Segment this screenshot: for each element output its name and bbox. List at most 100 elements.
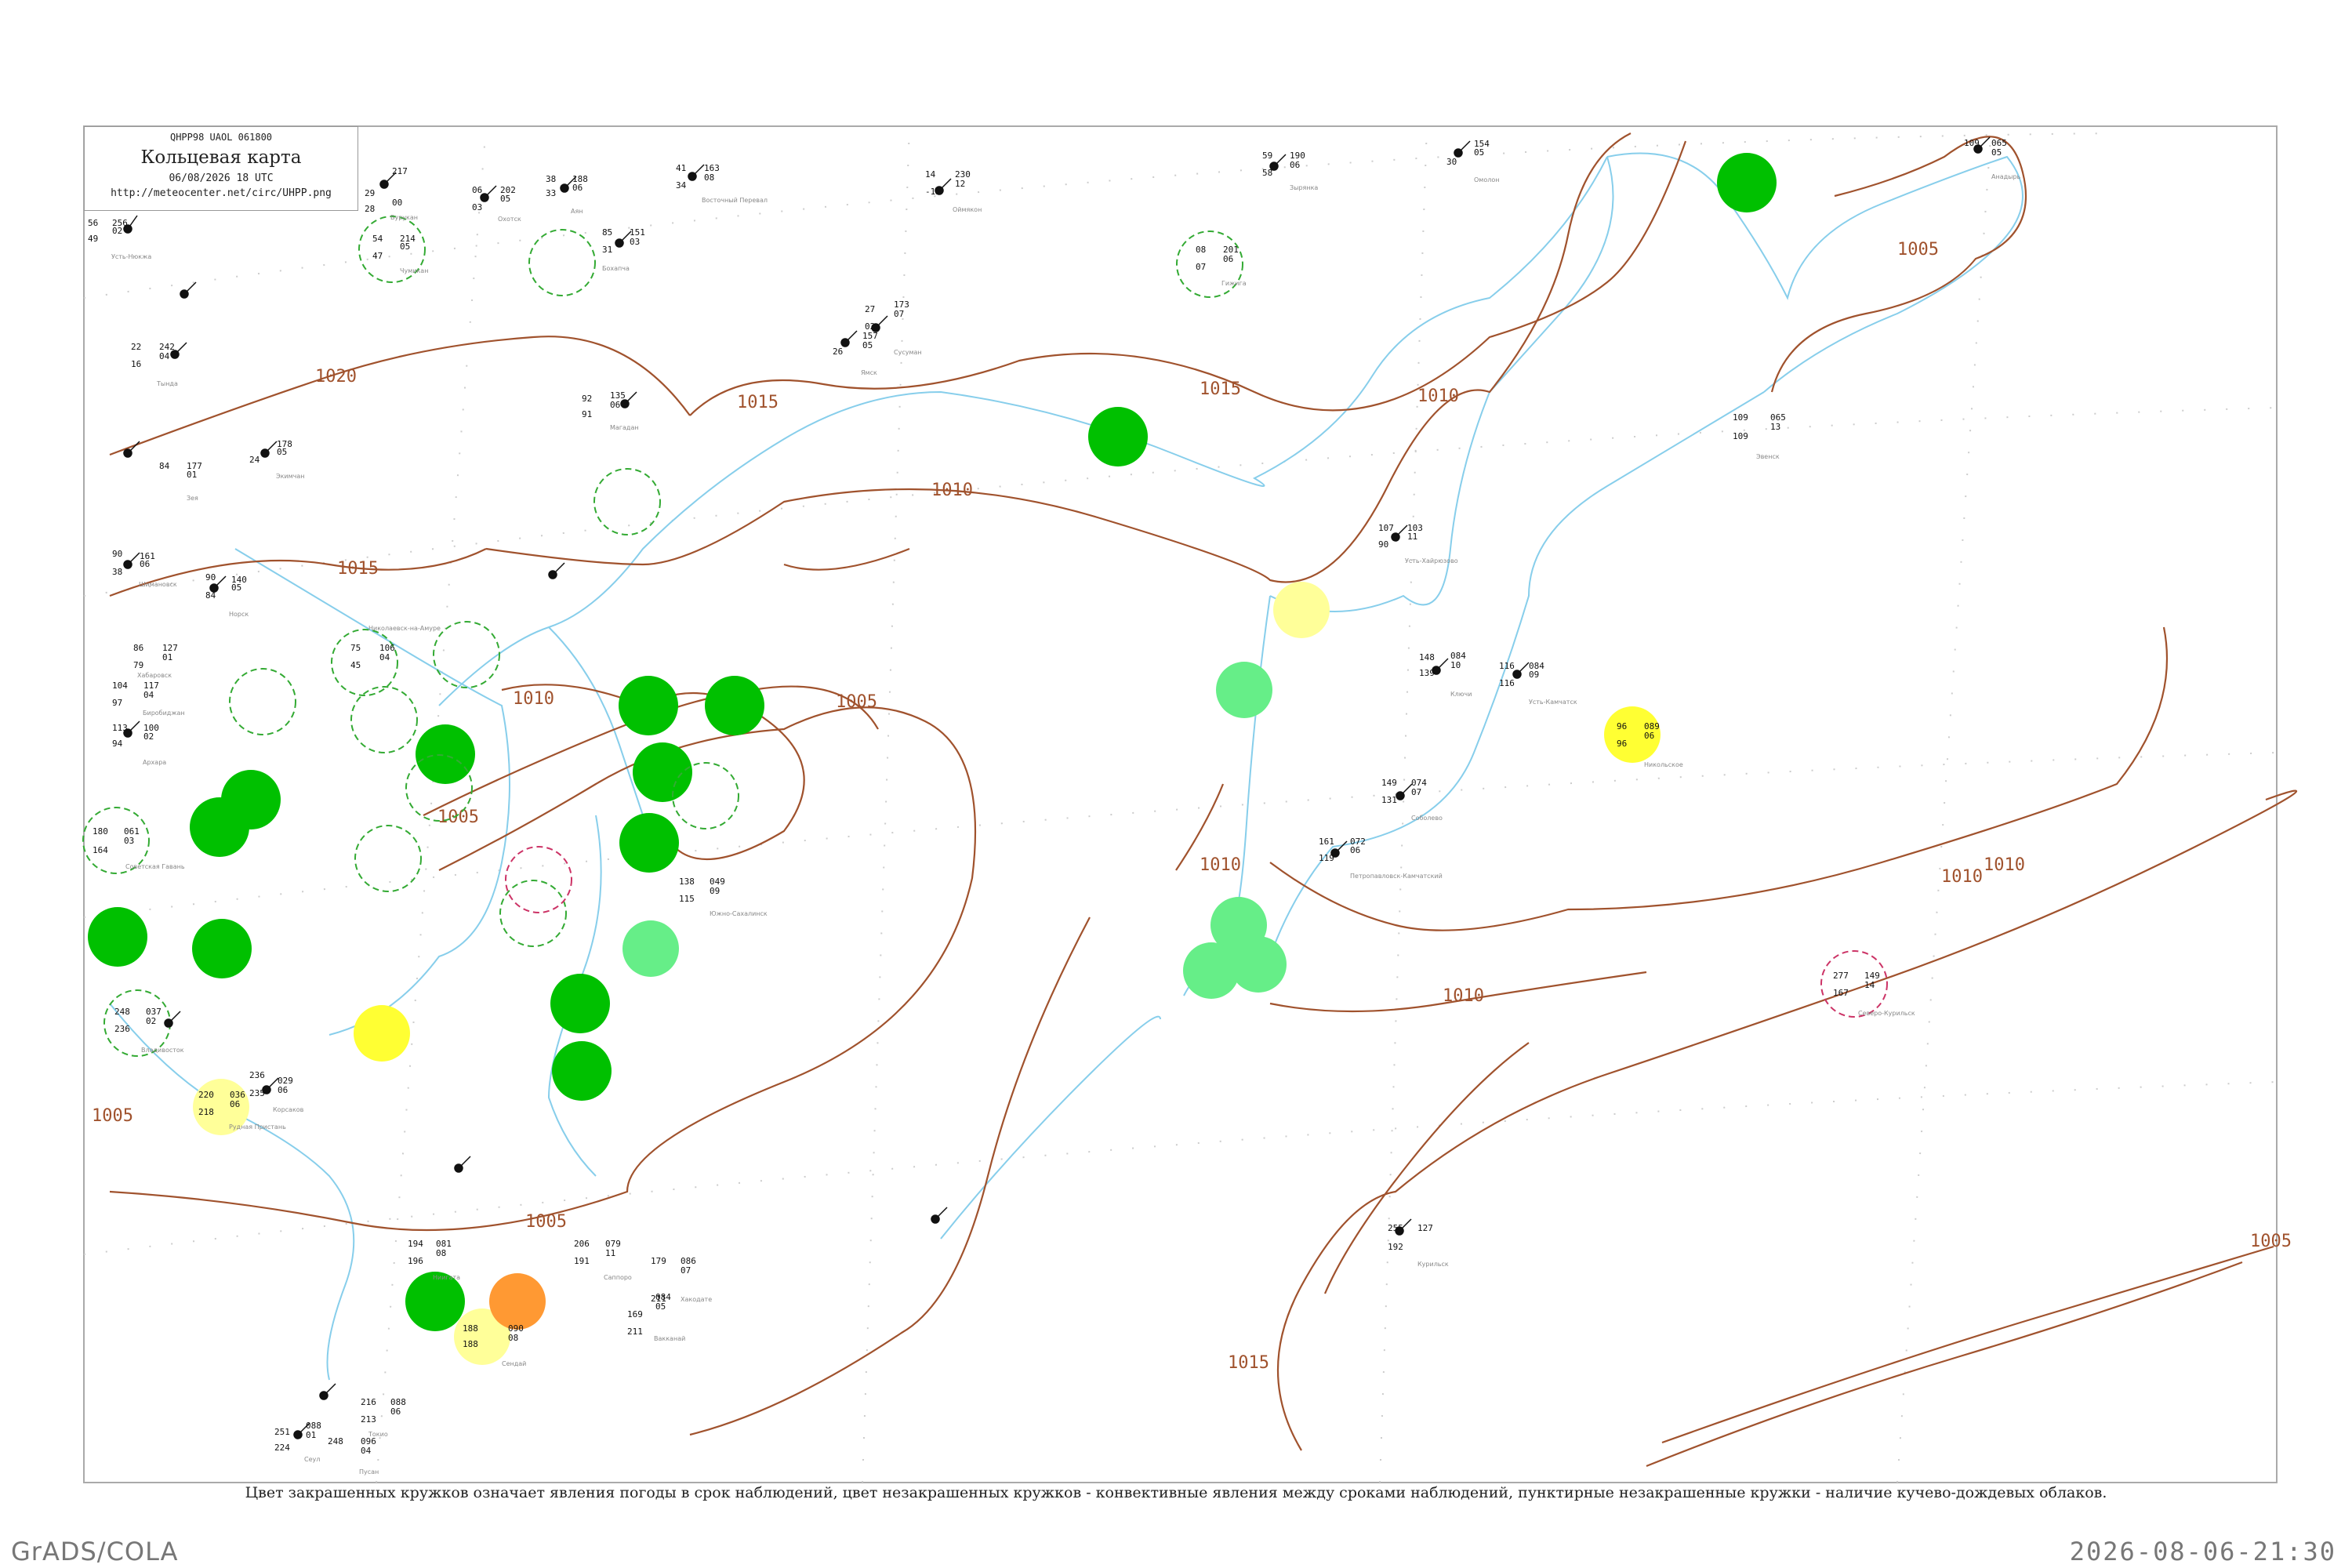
station-dewpoint: 167 [1833,988,1849,998]
station-temp: 251 [274,1427,290,1437]
station-tendency: 12 [955,179,965,189]
station-name: Владивосток [141,1047,184,1054]
station-tendency: 01 [306,1430,316,1440]
station-temp: 90 [205,572,216,583]
station-temp: 113 [112,723,128,733]
station-tendency: 01 [162,652,172,662]
station-dewpoint: 192 [1388,1242,1403,1252]
station-tendency: 06 [278,1085,288,1095]
station-dewpoint: 24 [249,455,260,465]
station-dewpoint: -15 [925,187,941,197]
station-name: Хабаровск [137,672,172,679]
station-name: Восточный Перевал [702,197,768,204]
station-dewpoint: 58 [1262,168,1272,178]
station-name: Бурукан [390,214,418,221]
station-dewpoint: 38 [112,567,122,577]
isobar-label: 1005 [1897,240,1939,260]
isobar-label: 1010 [513,689,554,709]
bulletin-code: QHPP98 UAOL 061800 [169,132,273,143]
station-name: Биробиджан [143,710,185,717]
station-temp: 38 [546,174,556,184]
isobar-label: 1015 [737,393,779,412]
station-dewpoint: 196 [408,1256,423,1266]
station-temp: 236 [249,1070,265,1080]
station-tendency: 03 [630,237,640,247]
station-tendency: 08 [508,1333,518,1343]
map-date: 06/08/2026 18 UTC [169,172,274,184]
thunderstorm-circle [1717,153,1777,212]
station-tendency: 11 [605,1248,615,1258]
shower-circle [622,920,679,977]
station-dewpoint: 47 [372,251,383,261]
station-temp: 107 [1378,523,1394,533]
station-temp: 216 [361,1397,376,1407]
station-temp: 277 [1833,971,1849,981]
station-dewpoint: 211 [627,1327,643,1337]
station-name: Аян [571,208,583,215]
station-name: Ключи [1450,691,1472,698]
station-tendency: 07 [681,1265,691,1276]
thunderstorm-circle [192,919,252,978]
station-dewpoint: 07 [1196,262,1206,272]
rain-circle [354,1005,410,1062]
station-temp: 86 [133,643,143,653]
station-name: Чумикан [400,267,428,274]
map-title: Кольцевая карта [140,147,302,168]
shower-circle [1216,662,1272,718]
isobar-label: 1005 [836,692,877,712]
isobar-label: 1005 [525,1212,567,1232]
station-tendency: 02 [143,731,154,742]
isobar-label: 1010 [1417,387,1459,406]
station-name: Пусан [359,1468,379,1475]
station-name: Усть-Камчатск [1529,699,1577,706]
station-dewpoint: 84 [205,590,216,601]
station-tendency: 01 [187,470,197,480]
station-name: Хакодате [681,1296,712,1303]
thunderstorm-circle [705,676,764,735]
station-name: Зея [187,495,198,502]
station-temp: 08 [1196,245,1206,255]
station-name: Охотск [498,216,521,223]
station-tendency: 05 [1474,147,1484,158]
station-dewpoint: 49 [88,234,98,244]
station-tendency: 02 [112,226,122,236]
station-tendency: 08 [436,1248,446,1258]
station-tendency: 05 [400,241,410,252]
station-dewpoint: 30 [1446,157,1457,167]
isobar-label: 1005 [92,1106,133,1126]
station-temp: 85 [602,227,612,238]
station-name: Советская Гавань [125,863,185,870]
isobar-label: 1015 [1200,379,1241,399]
station-temp: 220 [198,1090,214,1100]
thunderstorm-circle [552,1041,612,1101]
station-temp: 29 [365,188,375,198]
station-temp: 90 [112,549,122,559]
station-dewpoint: 34 [676,180,687,191]
station-temp: 14 [925,169,936,180]
station-tendency: 06 [140,559,150,569]
station-dewpoint: 164 [93,845,108,855]
station-name: Соболево [1411,815,1443,822]
thunderstorm-circle [88,907,147,967]
software-credit: GrADS/COLA [11,1537,179,1566]
station-name: Усть-Нюкжа [111,253,151,260]
station-name: Рудная Пристань [229,1123,286,1131]
station-dewpoint: 28 [365,204,375,214]
synoptic-map: 1020 1015 1015 1015 1010 1010 1010 1010 … [82,125,2298,1483]
station-dewpoint: 109 [1733,431,1748,441]
station-tendency: 04 [159,351,170,361]
station-dewpoint: 224 [274,1443,290,1453]
station-tendency: 04 [143,690,154,700]
station-tendency: 05 [231,583,241,593]
isobar-label: 1010 [1200,855,1241,875]
station-temp: 104 [112,681,128,691]
station-tendency: 05 [1991,147,2002,158]
station-tendency: 07 [894,309,904,319]
station-temp: 248 [328,1436,343,1446]
station-tendency: 05 [277,447,287,457]
drizzle-circle [1273,582,1330,638]
station-temp: 06 [472,185,482,195]
isobar-label: 1005 [437,808,479,827]
thunderstorm-circle [619,813,679,873]
orange-circle [489,1273,546,1330]
